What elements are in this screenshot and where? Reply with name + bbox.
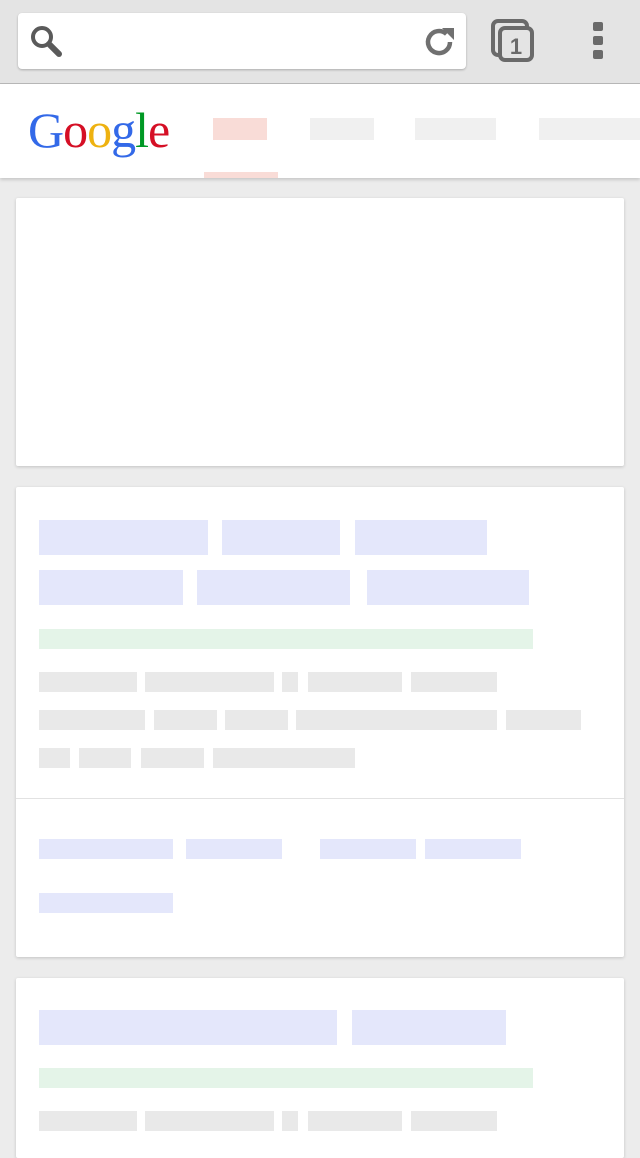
- google-logo[interactable]: Google: [28, 98, 170, 162]
- logo-letter: o: [87, 102, 112, 158]
- snippet-placeholder: [154, 710, 217, 730]
- title-placeholder[interactable]: [39, 520, 208, 555]
- snippet-placeholder: [145, 672, 274, 692]
- browser-toolbar: 1: [0, 0, 640, 84]
- title-placeholder[interactable]: [39, 1010, 337, 1045]
- title-placeholder[interactable]: [222, 520, 340, 555]
- tab-count: 1: [510, 34, 522, 59]
- title-placeholder[interactable]: [355, 520, 487, 555]
- snippet-placeholder: [225, 710, 288, 730]
- logo-letter: g: [111, 102, 136, 158]
- title-placeholder[interactable]: [352, 1010, 506, 1045]
- title-placeholder[interactable]: [197, 570, 350, 605]
- title-placeholder[interactable]: [367, 570, 529, 605]
- nav-tab-placeholder-active[interactable]: [213, 118, 267, 140]
- nav-tab-placeholder[interactable]: [310, 118, 374, 140]
- snippet-placeholder: [39, 710, 145, 730]
- sitelink-placeholder[interactable]: [39, 839, 173, 859]
- url-placeholder: [39, 629, 533, 649]
- snippet-placeholder: [79, 748, 131, 768]
- snippet-placeholder: [411, 672, 497, 692]
- nav-tab-placeholder[interactable]: [539, 118, 640, 140]
- reload-icon[interactable]: [420, 23, 458, 61]
- google-header: Google: [0, 84, 640, 178]
- sitelink-placeholder[interactable]: [39, 893, 173, 913]
- logo-letter: l: [135, 102, 149, 158]
- snippet-placeholder: [39, 672, 137, 692]
- sitelink-placeholder[interactable]: [186, 839, 282, 859]
- snippet-placeholder: [145, 1111, 274, 1131]
- snippet-placeholder: [308, 672, 402, 692]
- omnibox[interactable]: [18, 13, 466, 69]
- snippet-placeholder: [39, 1111, 137, 1131]
- snippet-placeholder: [282, 1111, 298, 1131]
- sitelink-placeholder[interactable]: [320, 839, 416, 859]
- logo-letter: e: [148, 102, 170, 158]
- result-card: [16, 978, 624, 1158]
- logo-letter: G: [28, 102, 64, 158]
- omnibox-input[interactable]: [80, 21, 414, 63]
- nav-active-indicator: [204, 172, 278, 178]
- logo-letter: o: [63, 102, 88, 158]
- snippet-placeholder: [308, 1111, 402, 1131]
- nav-tab-placeholder[interactable]: [415, 118, 496, 140]
- snippet-placeholder: [141, 748, 204, 768]
- result-card: [16, 487, 624, 957]
- result-card-blank: [16, 198, 624, 466]
- snippet-placeholder: [39, 748, 70, 768]
- overflow-menu-icon[interactable]: [580, 18, 616, 64]
- tabs-icon: 1: [491, 19, 534, 62]
- url-placeholder: [39, 1068, 533, 1088]
- card-divider: [16, 798, 624, 799]
- tabs-switcher-button[interactable]: 1: [490, 18, 536, 64]
- snippet-placeholder: [296, 710, 497, 730]
- snippet-placeholder: [411, 1111, 497, 1131]
- sitelink-placeholder[interactable]: [425, 839, 521, 859]
- search-icon[interactable]: [28, 23, 64, 59]
- snippet-placeholder: [282, 672, 298, 692]
- snippet-placeholder: [213, 748, 355, 768]
- title-placeholder[interactable]: [39, 570, 183, 605]
- snippet-placeholder: [506, 710, 581, 730]
